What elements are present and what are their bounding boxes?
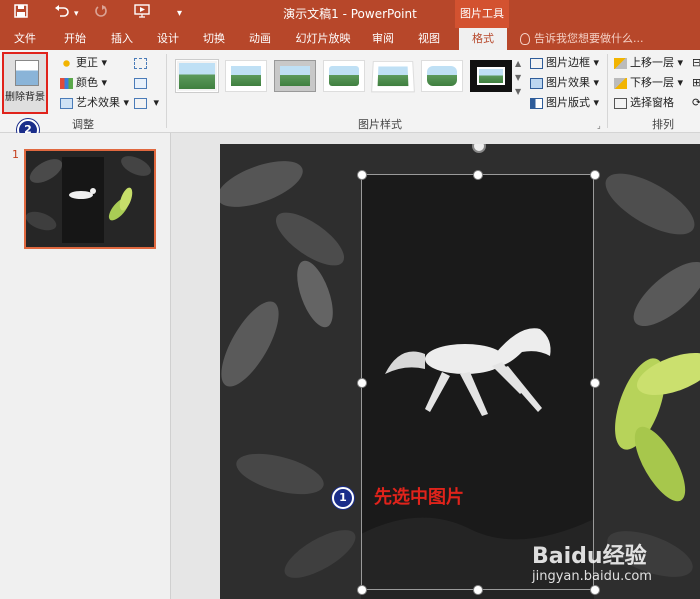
resize-handle-top[interactable] — [473, 170, 483, 180]
title-bar: ▾ ▾ 演示文稿1 - PowerPoint 图片工具 — [0, 0, 700, 28]
artistic-effects-label: 艺术效果 — [76, 96, 120, 109]
resize-handle-left[interactable] — [357, 378, 367, 388]
adjust-group-label: 调整 — [72, 116, 94, 132]
picture-effects-button[interactable]: 图片效果 ▾ — [530, 75, 599, 91]
arrange-group-label: 排列 — [652, 116, 674, 132]
picture-styles-group-label: 图片样式 — [358, 116, 402, 132]
ribbon: 删除背景 2 更正 ▾ 颜色 ▾ 艺术效果 ▾ ▾ 调整 ▲ ▼ ▼ 图片边框 … — [0, 50, 700, 133]
selection-pane-icon — [614, 98, 627, 109]
tab-view[interactable]: 视图 — [410, 28, 448, 50]
bring-forward-label: 上移一层 — [630, 56, 674, 69]
tell-me-text: 告诉我您想要做什么... — [534, 32, 644, 45]
picture-layout-button[interactable]: 图片版式 ▾ — [530, 95, 599, 111]
sun-icon — [60, 58, 73, 69]
remove-background-label: 删除背景 — [4, 88, 46, 103]
picture-border-label: 图片边框 — [546, 56, 590, 69]
picture-style-2[interactable] — [225, 60, 267, 92]
remove-background-icon — [15, 60, 39, 86]
tab-insert[interactable]: 插入 — [103, 28, 141, 50]
slide-number: 1 — [12, 148, 19, 161]
reset-picture-button[interactable]: ▾ — [134, 95, 159, 111]
picture-border-button[interactable]: 图片边框 ▾ — [530, 55, 599, 71]
send-backward-label: 下移一层 — [630, 76, 674, 89]
align-icon[interactable]: ⊟ — [692, 55, 700, 71]
ribbon-tabs: 文件 开始 插入 设计 切换 动画 幻灯片放映 审阅 视图 格式 告诉我您想要做… — [0, 28, 700, 50]
tab-animations[interactable]: 动画 — [241, 28, 279, 50]
step-1-instruction: 先选中图片 — [374, 483, 464, 509]
tab-home[interactable]: 开始 — [56, 28, 94, 50]
compress-icon — [134, 58, 147, 69]
resize-handle-bottom-left[interactable] — [357, 585, 367, 595]
selection-pane-label: 选择窗格 — [630, 96, 674, 109]
picture-style-5[interactable] — [371, 61, 415, 92]
selection-frame — [361, 174, 594, 590]
dialog-launcher-icon[interactable]: ⌟ — [597, 118, 601, 134]
tab-slideshow[interactable]: 幻灯片放映 — [290, 28, 356, 50]
picture-layout-label: 图片版式 — [546, 96, 590, 109]
tell-me-search[interactable]: 告诉我您想要做什么... — [520, 28, 644, 50]
picture-style-6[interactable] — [421, 60, 463, 92]
selection-pane-button[interactable]: 选择窗格 — [614, 95, 674, 111]
tab-file[interactable]: 文件 — [6, 28, 44, 50]
picture-style-7[interactable] — [470, 60, 512, 92]
picture-tools-label: 图片工具 — [455, 0, 509, 28]
group-icon[interactable]: ⊞ — [692, 75, 700, 91]
picture-effects-icon — [530, 78, 543, 89]
picture-effects-label: 图片效果 — [546, 76, 590, 89]
resize-handle-bottom[interactable] — [473, 585, 483, 595]
artistic-effects-icon — [60, 98, 73, 109]
send-backward-icon — [614, 78, 627, 89]
baidu-watermark-url: jingyan.baidu.com — [532, 569, 652, 584]
color-icon — [60, 78, 73, 89]
bring-forward-button[interactable]: 上移一层 ▾ — [614, 55, 683, 71]
change-picture-icon — [134, 78, 147, 89]
divider — [166, 54, 167, 128]
rotate-icon[interactable]: ⟳ — [692, 95, 700, 111]
resize-handle-top-right[interactable] — [590, 170, 600, 180]
send-backward-button[interactable]: 下移一层 ▾ — [614, 75, 683, 91]
compress-pictures-button[interactable] — [134, 55, 150, 71]
resize-handle-bottom-right[interactable] — [590, 585, 600, 595]
divider — [607, 54, 608, 128]
corrections-button[interactable]: 更正 ▾ — [60, 55, 107, 71]
picture-style-1[interactable] — [176, 60, 218, 92]
slide-thumbnail-pane: 1 — [0, 133, 171, 599]
color-label: 颜色 — [76, 76, 98, 89]
lightbulb-icon — [520, 33, 530, 45]
resize-handle-top-left[interactable] — [357, 170, 367, 180]
tab-transitions[interactable]: 切换 — [195, 28, 233, 50]
gallery-more-icon[interactable]: ▼ — [515, 84, 521, 100]
tab-review[interactable]: 审阅 — [364, 28, 402, 50]
baidu-watermark: Baidu经验 — [532, 538, 647, 570]
picture-border-icon — [530, 58, 543, 69]
slide-editor: 1 先选中图片 Baidu经验 jingyan.baidu.com — [171, 133, 700, 599]
thumbnail-preview — [26, 151, 154, 247]
corrections-label: 更正 — [76, 56, 98, 69]
slide-thumbnail-1[interactable] — [24, 149, 156, 249]
remove-background-button[interactable]: 删除背景 — [2, 52, 48, 114]
change-picture-button[interactable] — [134, 75, 150, 91]
artistic-effects-button[interactable]: 艺术效果 ▾ — [60, 95, 129, 111]
resize-handle-right[interactable] — [590, 378, 600, 388]
slide-canvas[interactable]: 1 先选中图片 Baidu经验 jingyan.baidu.com — [220, 144, 700, 599]
window-title: 演示文稿1 - PowerPoint — [0, 0, 700, 28]
tab-format[interactable]: 格式 — [459, 28, 507, 50]
tab-design[interactable]: 设计 — [149, 28, 187, 50]
color-button[interactable]: 颜色 ▾ — [60, 75, 107, 91]
step-1-badge: 1 — [332, 487, 354, 509]
bring-forward-icon — [614, 58, 627, 69]
picture-layout-icon — [530, 98, 543, 109]
reset-picture-icon — [134, 98, 147, 109]
picture-style-4[interactable] — [323, 60, 365, 92]
picture-style-3[interactable] — [274, 60, 316, 92]
